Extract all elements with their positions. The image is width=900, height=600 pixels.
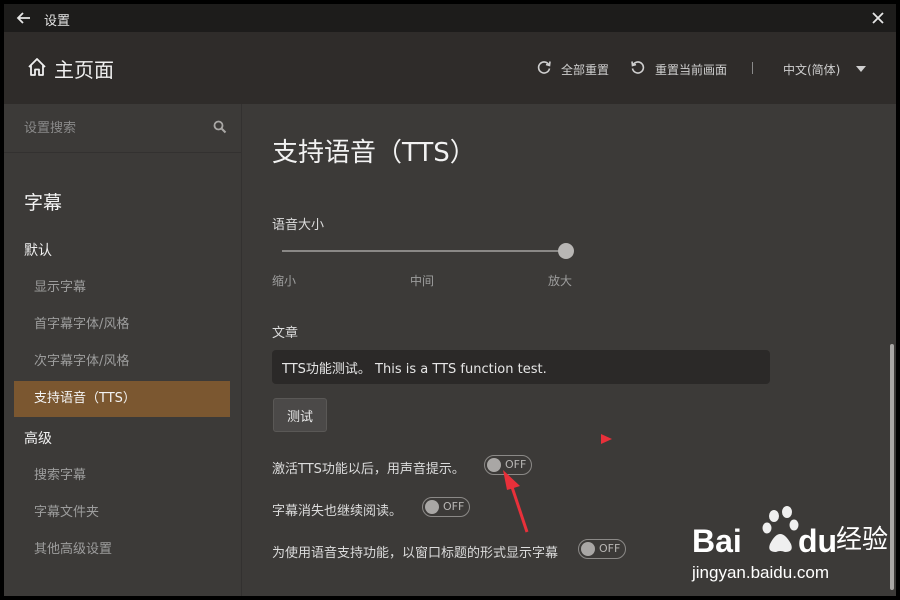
volume-slider[interactable]: [282, 243, 574, 259]
search-input[interactable]: [24, 118, 204, 138]
chevron-down-icon[interactable]: [856, 66, 866, 72]
title-bar: 设置: [4, 4, 896, 32]
sidebar-item-search-subtitles[interactable]: 搜索字幕: [14, 458, 230, 494]
baidu-watermark-icon: Bai du 经验 jingyan.baidu.com: [691, 506, 888, 582]
article-input[interactable]: [272, 350, 770, 384]
sidebar: 字幕 默认 显示字幕 首字幕字体/风格 次字幕字体/风格 支持语音（TTS） 高…: [4, 104, 242, 596]
section-title: 字幕: [24, 192, 63, 214]
group-default: 默认: [24, 243, 52, 259]
option-label-window-title: 为使用语音支持功能，以窗口标题的形式显示字幕: [272, 546, 559, 561]
article-label: 文章: [272, 326, 299, 341]
option-label-sound-prompt: 激活TTS功能以后，用声音提示。: [272, 462, 465, 477]
watermark-brand: Bai: [692, 523, 742, 559]
sidebar-item-secondary-font[interactable]: 次字幕字体/风格: [14, 344, 230, 380]
volume-slider-fill: [282, 250, 566, 252]
scrollbar[interactable]: [890, 344, 894, 590]
sidebar-item-primary-font[interactable]: 首字幕字体/风格: [14, 307, 230, 343]
sidebar-item-subtitle-folder[interactable]: 字幕文件夹: [14, 495, 230, 531]
reset-all-button[interactable]: 全部重置: [561, 61, 609, 78]
header-separator: [752, 62, 753, 74]
reset-all-icon[interactable]: [536, 59, 552, 75]
tick-label-mid: 中间: [410, 274, 435, 288]
sidebar-item-other-advanced[interactable]: 其他高级设置: [14, 532, 230, 568]
toggle-state: OFF: [443, 500, 465, 513]
page-title: 支持语音（TTS）: [272, 138, 476, 168]
language-select[interactable]: 中文(简体): [783, 61, 840, 78]
volume-slider-handle[interactable]: [558, 243, 574, 259]
window-title: 设置: [44, 14, 71, 29]
toggle-sound-prompt[interactable]: OFF: [484, 455, 532, 475]
watermark-url: jingyan.baidu.com: [691, 563, 829, 582]
close-icon[interactable]: [868, 8, 888, 28]
sidebar-item-show-subtitles[interactable]: 显示字幕: [14, 270, 230, 306]
toggle-continue-reading[interactable]: OFF: [422, 497, 470, 517]
watermark-brand-2: du: [798, 523, 837, 559]
tick-label-max: 放大: [548, 274, 573, 288]
group-advanced: 高级: [24, 431, 52, 447]
sidebar-item-tts[interactable]: 支持语音（TTS）: [14, 381, 230, 417]
toggle-knob: [487, 458, 501, 472]
search-box: [4, 104, 241, 153]
test-button[interactable]: 测试: [273, 398, 327, 432]
toggle-window-title[interactable]: OFF: [578, 539, 626, 559]
search-icon[interactable]: [213, 120, 227, 134]
toggle-state: OFF: [599, 542, 621, 555]
home-title[interactable]: 主页面: [54, 54, 114, 83]
reset-current-button[interactable]: 重置当前画面: [655, 61, 727, 78]
toggle-knob: [581, 542, 595, 556]
tick-label-min: 缩小: [272, 274, 297, 288]
volume-label: 语音大小: [272, 218, 325, 233]
toggle-knob: [425, 500, 439, 514]
toggle-state: OFF: [505, 458, 527, 471]
watermark-cn: 经验: [836, 525, 888, 555]
option-label-continue-reading: 字幕消失也继续阅读。: [272, 504, 403, 519]
header-bar: 主页面 全部重置 重置当前画面 中文(简体): [4, 32, 896, 104]
back-arrow-icon[interactable]: [14, 8, 34, 28]
home-icon[interactable]: [26, 56, 48, 78]
reset-current-icon[interactable]: [630, 59, 646, 75]
